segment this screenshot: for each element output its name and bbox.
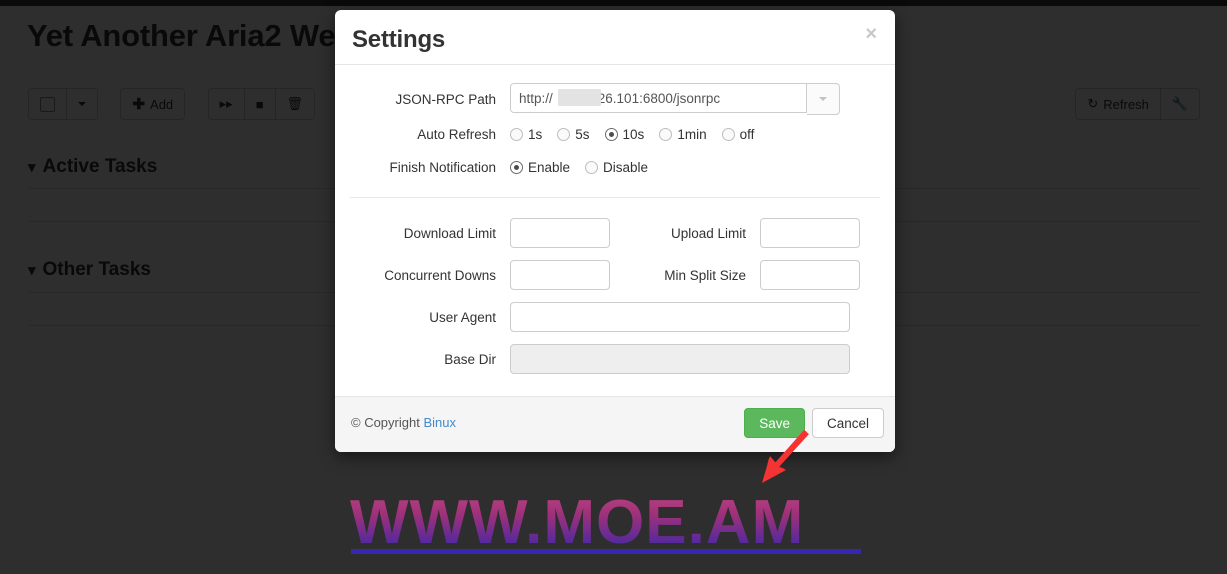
radio-label: off [739,127,755,142]
radio-label: 1min [677,127,707,142]
rpc-path-input-group [510,83,840,115]
min-split-size-group: Min Split Size [615,260,880,290]
radio-label: 10s [622,127,645,142]
field-row-limits: Download Limit Upload Limit [350,218,880,248]
radio-label: Enable [528,160,571,175]
copyright-text: © Copyright Binux [351,415,456,430]
user-agent-control [510,302,880,332]
finish-notification-label: Finish Notification [389,160,496,175]
watermark-underline [351,549,861,554]
concurrent-downs-input[interactable] [510,260,610,290]
field-row-base-dir: Base Dir [350,344,880,374]
rpc-path-dropdown-button[interactable] [807,83,840,115]
auto-refresh-radio-group: 1s 5s 10s 1min off [510,127,880,142]
auto-refresh-option-10s[interactable]: 10s [604,127,645,142]
field-row-rpc-path: JSON-RPC Path [350,83,880,115]
watermark-text: WWW.MOE.AM [350,488,805,557]
radio-icon [557,128,571,141]
finish-notification-option-disable[interactable]: Disable [585,160,648,175]
concurrent-downs-group: Concurrent Downs [350,260,615,290]
auto-refresh-option-off[interactable]: off [721,127,755,142]
radio-icon [659,128,673,141]
radio-icon [510,128,523,141]
base-dir-label: Base Dir [444,351,496,367]
concurrent-downs-label: Concurrent Downs [384,267,496,283]
finish-notification-option-enable[interactable]: Enable [510,160,570,175]
modal-title: Settings [352,26,446,53]
save-button[interactable]: Save [744,408,805,438]
rpc-path-input[interactable] [510,83,807,113]
radio-label: Disable [603,160,649,175]
radio-label: 1s [528,127,543,142]
field-row-auto-refresh: Auto Refresh 1s 5s 10s 1min off [350,127,880,142]
user-agent-label: User Agent [429,309,496,325]
radio-icon [585,161,599,174]
auto-refresh-option-1s[interactable]: 1s [510,127,542,142]
rpc-path-label: JSON-RPC Path [395,91,496,107]
min-split-size-label: Min Split Size [664,267,746,283]
radio-icon [721,128,735,141]
download-limit-label: Download Limit [403,225,496,241]
caret-down-icon [819,97,827,101]
settings-modal: Settings × JSON-RPC Path Auto Refre [335,10,895,452]
min-split-size-input[interactable] [760,260,860,290]
rpc-path-control [510,83,880,115]
auto-refresh-option-5s[interactable]: 5s [557,127,590,142]
field-row-concurrency: Concurrent Downs Min Split Size [350,260,880,290]
download-limit-group: Download Limit [350,218,615,248]
base-dir-control [510,344,880,374]
section-divider [350,197,880,198]
modal-footer: © Copyright Binux Save Cancel [335,396,895,452]
user-agent-input[interactable] [510,302,850,332]
binux-link[interactable]: Binux [423,415,456,430]
close-icon[interactable]: × [861,22,881,46]
radio-icon [510,161,523,174]
modal-header: Settings × [335,10,895,65]
base-dir-input[interactable] [510,344,850,374]
cancel-button[interactable]: Cancel [811,408,884,438]
field-row-user-agent: User Agent [350,302,880,332]
field-row-finish-notification: Finish Notification Enable Disable [350,160,880,175]
radio-label: 5s [575,127,590,142]
copyright-prefix: © Copyright [351,415,424,430]
upload-limit-group: Upload Limit [615,218,880,248]
upload-limit-input[interactable] [760,218,860,248]
upload-limit-label: Upload Limit [670,225,746,241]
auto-refresh-label: Auto Refresh [417,127,496,142]
finish-notification-radio-group: Enable Disable [510,160,880,175]
modal-body: JSON-RPC Path Auto Refresh 1s 5s 10s 1min of… [335,65,895,396]
auto-refresh-option-1min[interactable]: 1min [659,127,707,142]
radio-icon [604,128,618,141]
rpc-path-input-wrap [510,83,807,115]
download-limit-input[interactable] [510,218,610,248]
